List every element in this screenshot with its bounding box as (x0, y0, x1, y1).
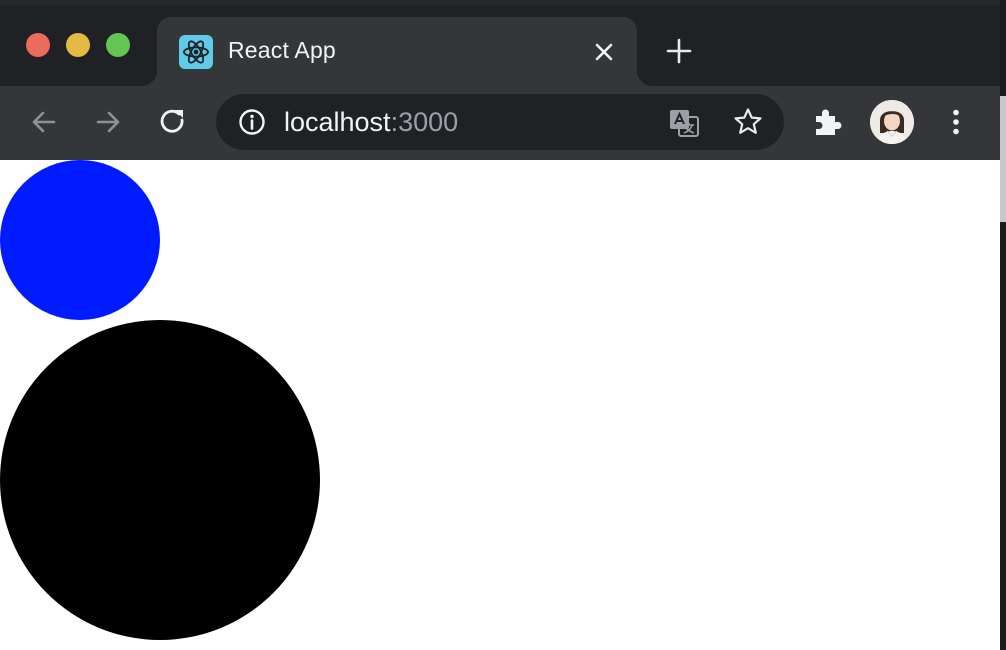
url-text: localhost:3000 (284, 107, 458, 137)
tab-strip: React App (0, 0, 1000, 86)
window-edge (1000, 0, 1006, 650)
background-window-strip (1000, 96, 1006, 222)
star-icon[interactable] (732, 106, 764, 138)
url-host: localhost (284, 107, 391, 137)
plus-icon[interactable] (664, 36, 694, 66)
avatar[interactable] (870, 100, 914, 144)
puzzle-icon[interactable] (810, 104, 846, 140)
page-content (0, 160, 1000, 650)
close-icon[interactable] (591, 39, 617, 65)
blue-circle (0, 160, 160, 320)
address-bar[interactable]: localhost:3000 (216, 94, 784, 150)
menu-bar-remnant (0, 0, 1000, 6)
minimize-window-button[interactable] (66, 33, 90, 57)
tab-react-app[interactable]: React App (141, 17, 653, 86)
black-circle (0, 320, 320, 640)
react-logo-icon (179, 35, 213, 69)
toolbar: localhost:3000 (0, 86, 1000, 160)
arrow-left-icon[interactable] (26, 104, 62, 140)
info-icon[interactable] (238, 108, 266, 136)
kebab-menu-icon[interactable] (938, 104, 974, 140)
maximize-window-button[interactable] (106, 33, 130, 57)
reload-icon[interactable] (155, 104, 191, 140)
translate-icon[interactable] (668, 107, 700, 139)
url-port: :3000 (390, 107, 459, 137)
arrow-right-icon[interactable] (90, 104, 126, 140)
browser-window: React App localhost:3000 (0, 0, 1000, 650)
tab-title: React App (228, 37, 336, 63)
close-window-button[interactable] (26, 33, 50, 57)
